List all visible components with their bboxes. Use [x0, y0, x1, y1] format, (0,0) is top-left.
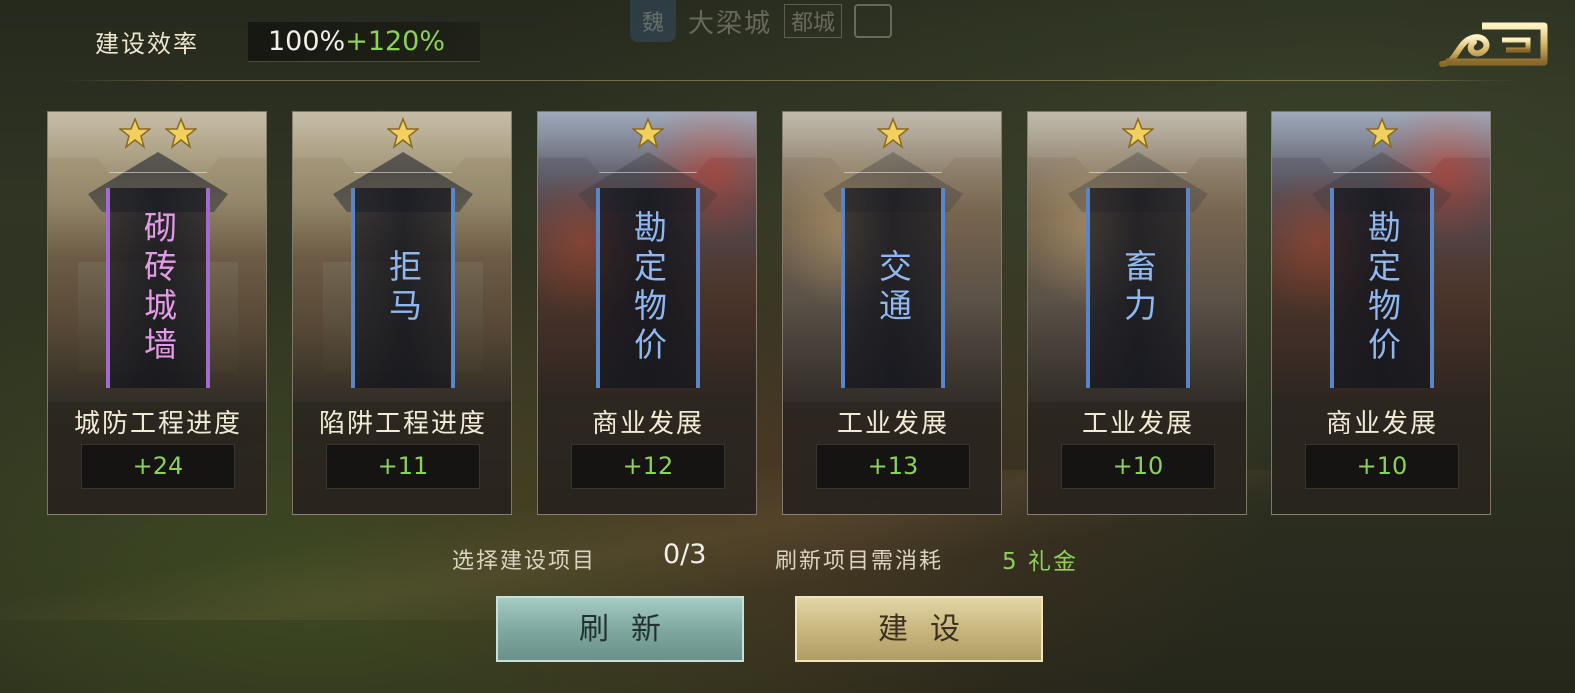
project-title-banner: 勘定物价 [1330, 188, 1434, 388]
divider [60, 80, 1520, 81]
city-type-tag: 都城 [784, 4, 843, 38]
project-progress-value: +13 [816, 444, 970, 489]
efficiency-value: 100%+120% [248, 22, 480, 62]
project-card[interactable]: 拒马陷阱工程进度 +11 [292, 111, 512, 515]
project-progress-value: +12 [571, 444, 725, 489]
project-title-banner: 勘定物价 [596, 188, 700, 388]
select-projects-label: 选择建设项目 [452, 549, 597, 574]
build-button[interactable]: 建设 [795, 596, 1043, 662]
close-swirl-icon [1439, 22, 1548, 67]
project-progress-value: +10 [1061, 444, 1215, 489]
star-rating [293, 117, 511, 149]
star-icon [387, 117, 419, 149]
faction-badge: 魏 [630, 0, 676, 42]
project-card[interactable]: 砌砖城墙城防工程进度 +24 [47, 111, 267, 515]
project-category: 商业发展 [591, 409, 704, 439]
project-title: 畜力 [1118, 249, 1158, 327]
star-rating [1272, 117, 1490, 149]
star-icon [119, 117, 151, 149]
project-category: 商业发展 [1325, 409, 1438, 439]
project-category: 工业发展 [836, 409, 949, 439]
project-category: 城防工程进度 [73, 409, 242, 439]
star-icon [165, 117, 197, 149]
star-icon [1366, 117, 1398, 149]
project-title: 拒马 [383, 249, 423, 327]
project-card[interactable]: 畜力工业发展 +10 [1027, 111, 1247, 515]
project-title: 勘定物价 [628, 210, 668, 366]
efficiency-bonus: +120% [345, 26, 446, 57]
project-card[interactable]: 勘定物价商业发展 +12 [537, 111, 757, 515]
star-rating [783, 117, 1001, 149]
project-category: 陷阱工程进度 [318, 409, 487, 439]
project-title-banner: 拒马 [351, 188, 455, 388]
refresh-cost-value: 5 礼金 [1002, 549, 1078, 575]
project-title-banner: 交通 [841, 188, 945, 388]
project-title-banner: 畜力 [1086, 188, 1190, 388]
star-icon [1122, 117, 1154, 149]
refresh-cost-label: 刷新项目需消耗 [775, 549, 944, 574]
close-button[interactable] [1436, 12, 1554, 72]
city-header: 魏 大梁城 都城 [630, 0, 893, 42]
share-icon[interactable] [854, 4, 893, 38]
star-rating [1028, 117, 1246, 149]
star-rating [538, 117, 756, 149]
project-progress-value: +24 [81, 444, 235, 489]
project-progress-value: +11 [326, 444, 480, 489]
project-title-banner: 砌砖城墙 [106, 188, 210, 388]
project-title: 砌砖城墙 [138, 210, 178, 366]
star-icon [632, 117, 664, 149]
star-icon [877, 117, 909, 149]
project-title: 交通 [873, 249, 913, 327]
project-category: 工业发展 [1081, 409, 1194, 439]
project-title: 勘定物价 [1362, 210, 1402, 366]
efficiency-label: 建设效率 [95, 30, 199, 58]
city-name: 大梁城 [688, 8, 773, 39]
selected-count: 0/3 [663, 539, 707, 570]
efficiency-base: 100% [268, 26, 346, 57]
project-progress-value: +10 [1305, 444, 1459, 489]
project-card[interactable]: 勘定物价商业发展 +10 [1271, 111, 1491, 515]
project-card[interactable]: 交通工业发展 +13 [782, 111, 1002, 515]
star-rating [48, 117, 266, 149]
refresh-button[interactable]: 刷新 [496, 596, 744, 662]
